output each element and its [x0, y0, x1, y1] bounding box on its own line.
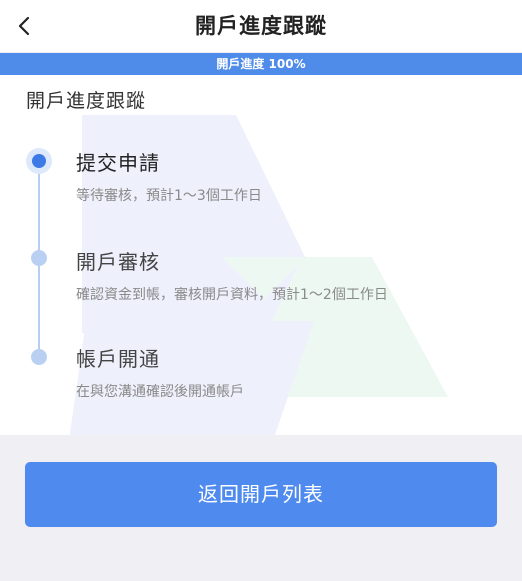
section-title: 開戶進度跟蹤	[26, 90, 147, 112]
step-indicator-pending	[31, 349, 47, 365]
app-screen: 開戶進度跟蹤 開戶進度 100% 開戶進度跟蹤 提交申請 等待審核，預計1～3個…	[0, 0, 522, 581]
top-bar: 開戶進度跟蹤	[0, 0, 522, 52]
step-description-review: 確認資金到帳，審核開戶資料，預計1～2個工作日	[76, 287, 388, 303]
progress-card: 開戶進度跟蹤 提交申請 等待審核，預計1～3個工作日 開戶審核 確認資金到帳，審…	[0, 75, 522, 435]
step-description-activate: 在與您溝通確認後開通帳戶	[76, 384, 244, 400]
step-description-submit: 等待審核，預計1～3個工作日	[76, 188, 262, 204]
step-title-review: 開戶審核	[76, 250, 160, 274]
return-to-list-button[interactable]: 返回開戶列表	[25, 462, 497, 527]
progress-label: 開戶進度 100%	[216, 57, 306, 71]
step-indicator-active	[26, 148, 52, 174]
step-indicator-pending	[31, 250, 47, 266]
step-title-activate: 帳戶開通	[76, 347, 160, 371]
page-title: 開戶進度跟蹤	[195, 14, 327, 38]
progress-bar: 開戶進度 100%	[0, 53, 522, 75]
step-title-submit: 提交申請	[76, 151, 160, 175]
